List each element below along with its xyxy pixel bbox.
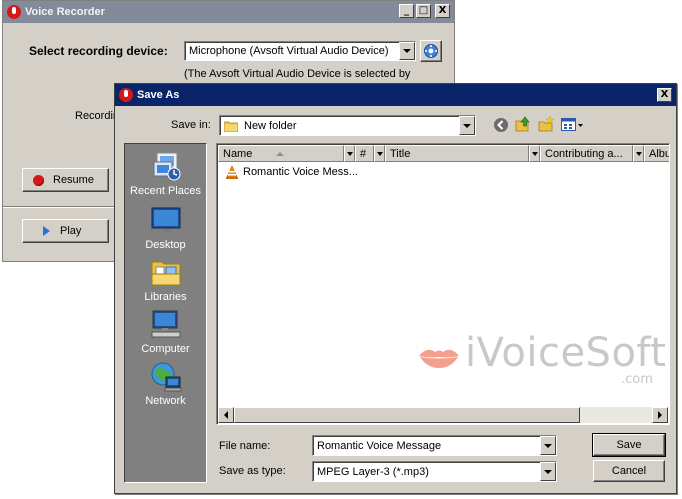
new-folder-icon[interactable] (538, 116, 554, 132)
arrow-right-icon (658, 411, 662, 419)
minimize-button[interactable]: _ (399, 4, 414, 18)
column-contributing-filter[interactable] (633, 145, 644, 162)
microphone-app-icon (7, 5, 21, 19)
column-name-filter[interactable] (344, 145, 355, 162)
lips-logo-icon (419, 349, 459, 368)
play-button[interactable]: Play (22, 219, 109, 243)
chevron-down-icon[interactable] (399, 42, 415, 60)
record-icon (33, 174, 44, 186)
voice-recorder-title: Voice Recorder (25, 6, 105, 18)
device-settings-button[interactable] (420, 40, 442, 62)
maximize-button[interactable]: □ (416, 4, 431, 18)
column-number-label: # (360, 147, 367, 160)
up-folder-icon[interactable] (515, 116, 531, 132)
libraries-icon (151, 261, 180, 286)
column-name[interactable]: Name (218, 145, 344, 162)
save-in-value: New folder (244, 119, 297, 132)
watermark-suffix: .com (621, 372, 653, 387)
save-as-dialog: Save As X Save in: New folder Recent Pla… (114, 83, 677, 494)
column-title-filter[interactable] (529, 145, 540, 162)
file-list[interactable]: Name # Title Contributing a... Album Rom… (216, 143, 670, 425)
device-label: Select recording device: (29, 44, 168, 58)
place-libraries[interactable]: Libraries (125, 256, 206, 303)
column-album[interactable]: Album (644, 145, 669, 162)
scrollbar-thumb[interactable] (234, 407, 580, 423)
save-as-titlebar[interactable]: Save As X (115, 84, 676, 106)
place-recent-places[interactable]: Recent Places (125, 150, 206, 197)
network-icon (151, 362, 181, 392)
dialog-close-button[interactable]: X (657, 88, 672, 102)
column-album-label: Album (649, 147, 669, 160)
device-select-value: Microphone (Avsoft Virtual Audio Device) (189, 45, 389, 57)
play-label: Play (60, 225, 82, 237)
voice-recorder-titlebar[interactable]: Voice Recorder _ □ X (3, 1, 454, 23)
chevron-down-icon[interactable] (540, 436, 556, 455)
horizontal-scrollbar[interactable] (218, 407, 668, 423)
device-select[interactable]: Microphone (Avsoft Virtual Audio Device) (184, 41, 416, 61)
place-desktop[interactable]: Desktop (125, 204, 206, 251)
chevron-down-icon[interactable] (459, 116, 475, 135)
desktop-icon (151, 207, 180, 232)
file-name-value: Romantic Voice Message (317, 439, 442, 452)
column-name-label: Name (223, 147, 253, 160)
recent-places-icon (153, 152, 180, 181)
place-label: Recent Places (130, 185, 201, 197)
microphone-app-icon (119, 88, 133, 102)
resume-button[interactable]: Resume (22, 168, 109, 192)
scroll-right-button[interactable] (652, 407, 668, 423)
recording-label: Recordin (75, 110, 120, 122)
cancel-button[interactable]: Cancel (593, 460, 665, 482)
column-contributing-artists[interactable]: Contributing a... (540, 145, 633, 162)
column-title-label: Title (390, 147, 411, 160)
file-name-label: File name: (219, 440, 271, 452)
folder-icon (224, 121, 238, 132)
save-type-label: Save as type: (219, 465, 286, 477)
sort-ascending-icon (276, 151, 285, 156)
place-label: Libraries (144, 291, 187, 303)
place-label: Computer (141, 343, 190, 355)
back-icon[interactable] (493, 117, 509, 133)
view-menu-icon[interactable] (561, 117, 585, 133)
resume-label: Resume (53, 174, 94, 186)
column-number-filter[interactable] (374, 145, 385, 162)
column-title[interactable]: Title (385, 145, 529, 162)
arrow-left-icon (224, 411, 228, 419)
play-icon (43, 226, 50, 236)
column-contributing-label: Contributing a... (545, 147, 623, 160)
close-button[interactable]: X (435, 4, 450, 18)
computer-icon (151, 310, 180, 338)
watermark-brand: iVoiceSoft (465, 330, 667, 376)
save-button[interactable]: Save (592, 433, 666, 457)
place-computer[interactable]: Computer (125, 308, 206, 355)
save-as-title: Save As (137, 89, 180, 101)
file-item-name: Romantic Voice Mess... (243, 166, 358, 178)
device-note: (The Avsoft Virtual Audio Device is sele… (184, 68, 411, 80)
gear-icon (424, 44, 438, 58)
column-number[interactable]: # (355, 145, 374, 162)
file-item[interactable]: Romantic Voice Mess... (225, 165, 358, 179)
place-label: Desktop (145, 239, 186, 251)
chevron-down-icon[interactable] (540, 462, 556, 481)
place-network[interactable]: Network (125, 360, 206, 407)
save-type-select[interactable]: MPEG Layer-3 (*.mp3) (312, 461, 557, 482)
save-in-select[interactable]: New folder (219, 115, 476, 136)
place-label: Network (145, 395, 186, 407)
save-type-value: MPEG Layer-3 (*.mp3) (317, 465, 429, 478)
places-bar: Recent Places Desktop Libraries Computer… (124, 143, 207, 483)
save-in-label: Save in: (171, 119, 211, 131)
scroll-left-button[interactable] (218, 407, 234, 423)
file-name-input[interactable]: Romantic Voice Message (312, 435, 557, 456)
vlc-file-icon (226, 165, 238, 179)
